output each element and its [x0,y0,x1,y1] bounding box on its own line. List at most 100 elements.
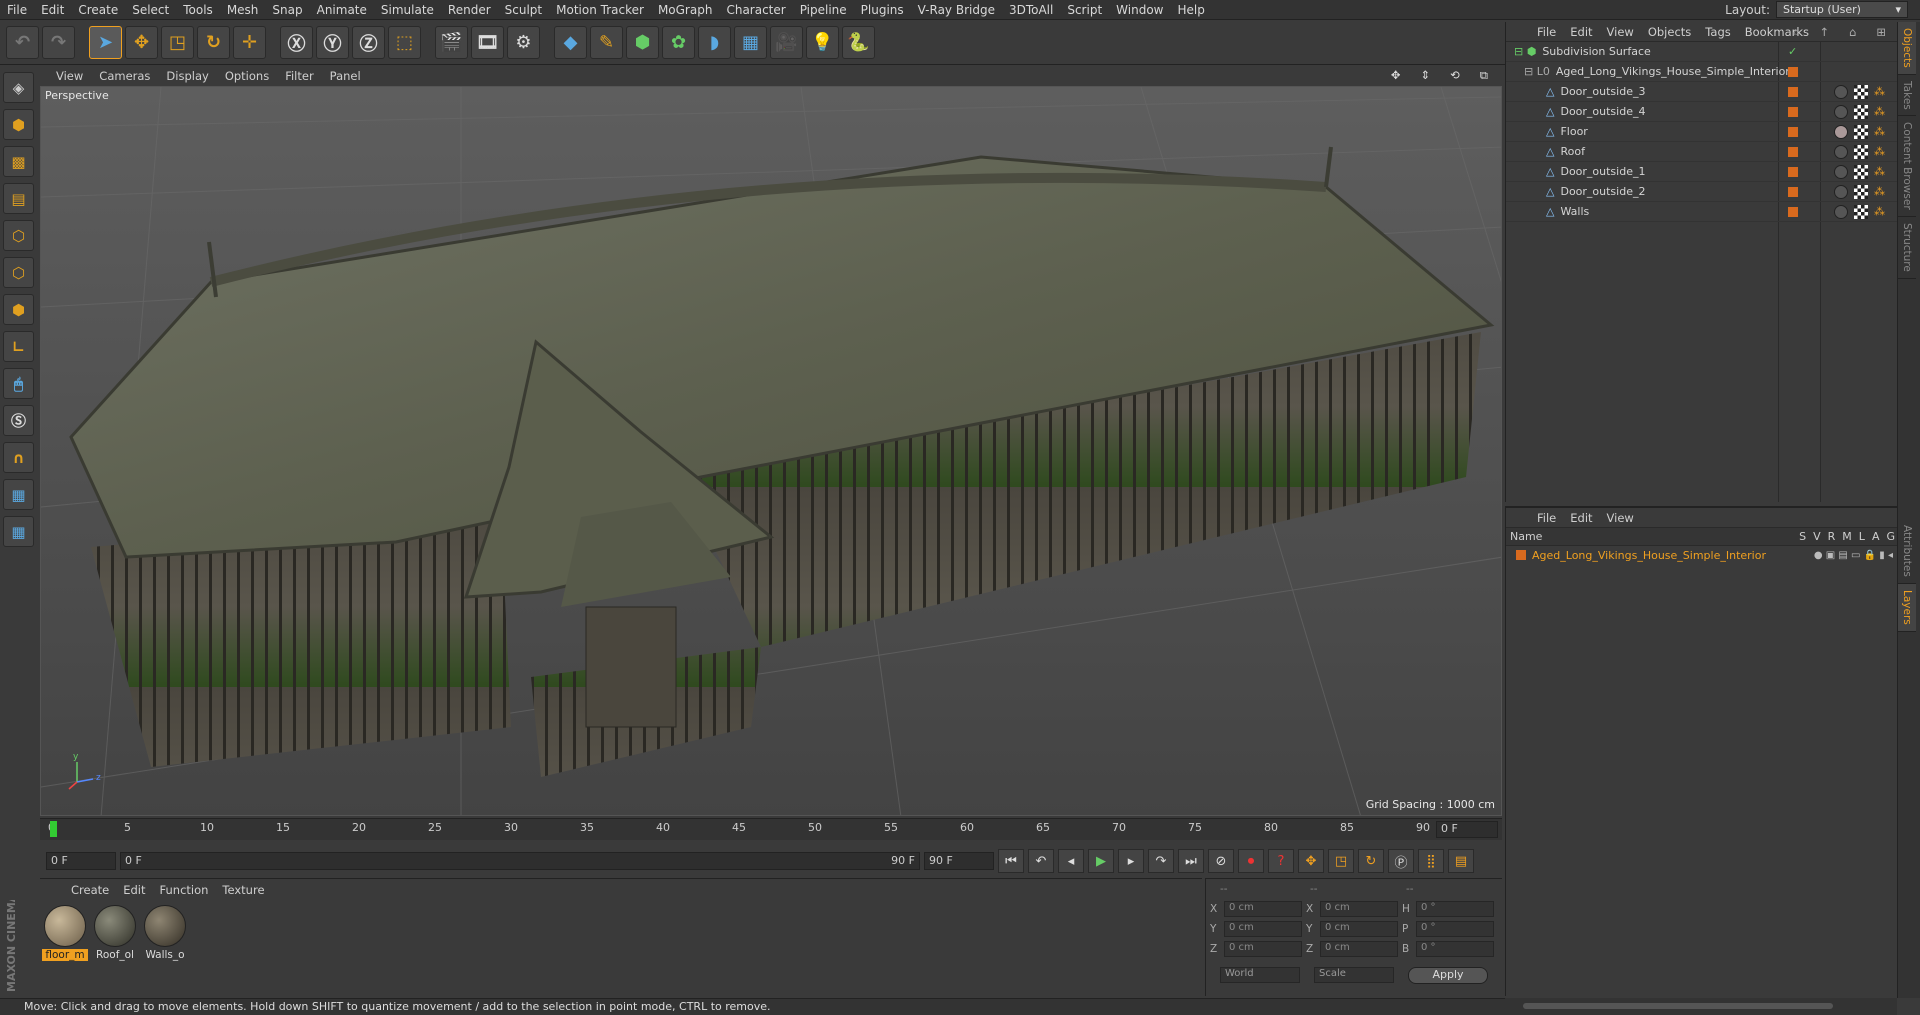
go-to-end-icon[interactable]: ⏭ [1178,849,1204,873]
om-menu-view[interactable]: View [1600,25,1641,39]
menu-file[interactable]: File [0,3,34,17]
material-tag-icon[interactable] [1834,204,1848,219]
menu-mograph[interactable]: MoGraph [651,3,720,17]
grid-snap-icon[interactable]: ▦ [3,516,34,547]
layer-row[interactable]: Aged_Long_Vikings_House_Simple_Interior … [1506,546,1897,564]
rotation-h-field[interactable]: 0 ° [1416,901,1494,917]
move-icon[interactable]: ✥ [125,26,158,59]
key-pla-icon[interactable]: ⣿ [1418,849,1444,873]
material-tag-icon[interactable] [1834,144,1848,159]
size-x-field[interactable]: 0 cm [1320,901,1398,917]
deformer-icon[interactable]: ◗ [698,26,731,59]
viewport-scene[interactable]: y z Perspective Grid Spacing : 1000 cm [40,86,1502,816]
timeline-window-icon[interactable]: ▤ [1448,849,1474,873]
current-frame-field[interactable]: 0 F [1436,821,1498,838]
col-render[interactable]: R [1828,530,1836,543]
selection-tag-icon[interactable]: ⁂ [1874,205,1885,218]
tab-content-browser[interactable]: Content Browser [1898,116,1916,218]
object-row[interactable]: △ Door_outside_3 ⁂ [1506,82,1897,102]
rotation-b-field[interactable]: 0 ° [1416,941,1494,957]
col-animation[interactable]: A [1872,530,1880,543]
next-frame-icon[interactable]: ▸ [1118,849,1144,873]
layer-color-swatch[interactable] [1788,106,1798,117]
material-tag-icon[interactable] [1834,164,1848,179]
lm-menu-view[interactable]: View [1600,511,1641,525]
viewport-menu-view[interactable]: View [48,69,91,83]
viewport-menu-cameras[interactable]: Cameras [91,69,158,83]
cloner-icon[interactable]: ✿ [662,26,695,59]
material-menu-texture[interactable]: Texture [215,883,271,897]
layer-toggle-icons[interactable]: ● ▣ ▤ ▭ 🔒 ▮ ◂ [1814,550,1893,561]
space-dropdown[interactable]: World [1220,967,1300,983]
object-row[interactable]: ⊟ ⬢ Subdivision Surface ✓ [1506,42,1897,62]
layer-color-swatch[interactable] [1788,186,1798,197]
range-slider[interactable]: 0 F 90 F [120,852,920,870]
coordinate-system-icon[interactable]: ⬚ [388,26,421,59]
uvw-tag-icon[interactable] [1854,144,1868,159]
col-manager[interactable]: M [1842,530,1852,543]
selection-tag-icon[interactable]: ⁂ [1874,85,1885,98]
menu-tools[interactable]: Tools [176,3,220,17]
position-x-field[interactable]: 0 cm [1224,901,1302,917]
size-z-field[interactable]: 0 cm [1320,941,1398,957]
viewport[interactable]: View Cameras Display Options Filter Pane… [40,66,1502,816]
orbit-icon[interactable]: ⟲ [1442,68,1468,83]
size-y-field[interactable]: 0 cm [1320,921,1398,937]
menu-sculpt[interactable]: Sculpt [498,3,549,17]
magnet-icon[interactable]: ∩ [3,442,34,473]
col-view[interactable]: V [1813,530,1821,543]
key-position-icon[interactable]: ✥ [1298,849,1324,873]
tab-takes[interactable]: Takes [1898,75,1916,117]
camera-label[interactable]: Perspective [45,89,109,102]
uvw-tag-icon[interactable] [1854,104,1868,119]
selection-tag-icon[interactable]: ⁂ [1874,125,1885,138]
uvw-tag-icon[interactable] [1854,84,1868,99]
previous-key-icon[interactable]: ↶ [1028,849,1054,873]
key-rotation-icon[interactable]: ↻ [1358,849,1384,873]
layer-color-swatch[interactable] [1788,206,1798,217]
key-param-icon[interactable]: Ⓟ [1388,849,1414,873]
menu-edit[interactable]: Edit [34,3,71,17]
dolly-icon[interactable]: ⇕ [1413,68,1439,83]
col-locked[interactable]: L [1859,530,1865,543]
menu-select[interactable]: Select [125,3,176,17]
previous-frame-icon[interactable]: ◂ [1058,849,1084,873]
model-mode-icon[interactable]: ⬢ [3,109,34,140]
col-generators[interactable]: G [1886,530,1895,543]
home-icon[interactable]: ⌂ [1842,25,1863,40]
mode-dropdown[interactable]: Scale [1314,967,1394,983]
timeline-ruler[interactable]: 0 5 10 15 20 25 30 35 40 45 50 55 60 65 … [40,819,1502,841]
menu-snap[interactable]: Snap [265,3,309,17]
object-row[interactable]: △ Door_outside_1 ⁂ [1506,162,1897,182]
up-arrow-icon[interactable]: ↑ [1812,25,1836,40]
menu-window[interactable]: Window [1109,3,1170,17]
menu-3dtoall[interactable]: 3DToAll [1002,3,1060,17]
snap-icon[interactable]: Ⓢ [3,405,34,436]
redo-icon[interactable]: ↷ [42,26,75,59]
layer-color-swatch[interactable] [1788,146,1798,157]
camera-icon[interactable]: 🎥 [770,26,803,59]
polygons-mode-icon[interactable]: ⬢ [3,294,34,325]
menu-motion-tracker[interactable]: Motion Tracker [549,3,651,17]
object-row[interactable]: △ Roof ⁂ [1506,142,1897,162]
material-menu-edit[interactable]: Edit [116,883,152,897]
selection-tag-icon[interactable]: ⁂ [1874,185,1885,198]
points-mode-icon[interactable]: ⬡ [3,220,34,251]
layer-color-swatch[interactable] [1788,166,1798,177]
material-tag-icon[interactable] [1834,124,1848,139]
position-y-field[interactable]: 0 cm [1224,921,1302,937]
layer-color-swatch[interactable] [1788,126,1798,137]
z-axis-icon[interactable]: Ⓩ [352,26,385,59]
menu-animate[interactable]: Animate [310,3,374,17]
om-menu-tags[interactable]: Tags [1698,25,1737,39]
go-to-start-icon[interactable]: ⏮ [998,849,1024,873]
start-frame-field[interactable]: 0 F [46,852,116,870]
material-tag-icon[interactable] [1834,184,1848,199]
uvw-tag-icon[interactable] [1854,204,1868,219]
lm-menu-file[interactable]: File [1530,511,1563,525]
apply-button[interactable]: Apply [1408,966,1488,984]
layout-dropdown[interactable]: Startup (User) ▾ [1776,1,1908,18]
selection-tag-icon[interactable]: ⁂ [1874,105,1885,118]
tweak-icon[interactable]: 🖱 [3,368,34,399]
y-axis-icon[interactable]: Ⓨ [316,26,349,59]
